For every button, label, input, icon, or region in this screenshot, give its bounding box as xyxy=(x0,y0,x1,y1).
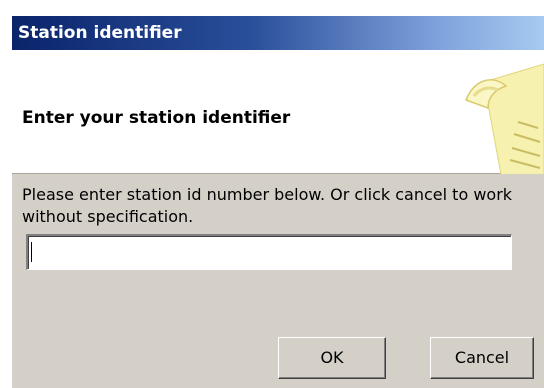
station-identifier-dialog: Station identifier Enter your station id… xyxy=(12,16,544,388)
station-id-input[interactable] xyxy=(26,234,512,270)
dialog-heading: Enter your station identifier xyxy=(22,108,291,128)
scroll-icon xyxy=(465,63,544,174)
ok-button[interactable]: OK xyxy=(278,337,386,379)
text-caret xyxy=(31,242,32,262)
title-bar[interactable]: Station identifier xyxy=(12,16,544,50)
dialog-header: Enter your station identifier xyxy=(12,50,544,174)
cancel-button[interactable]: Cancel xyxy=(430,337,534,379)
instructions-text: Please enter station id number below. Or… xyxy=(22,185,513,226)
